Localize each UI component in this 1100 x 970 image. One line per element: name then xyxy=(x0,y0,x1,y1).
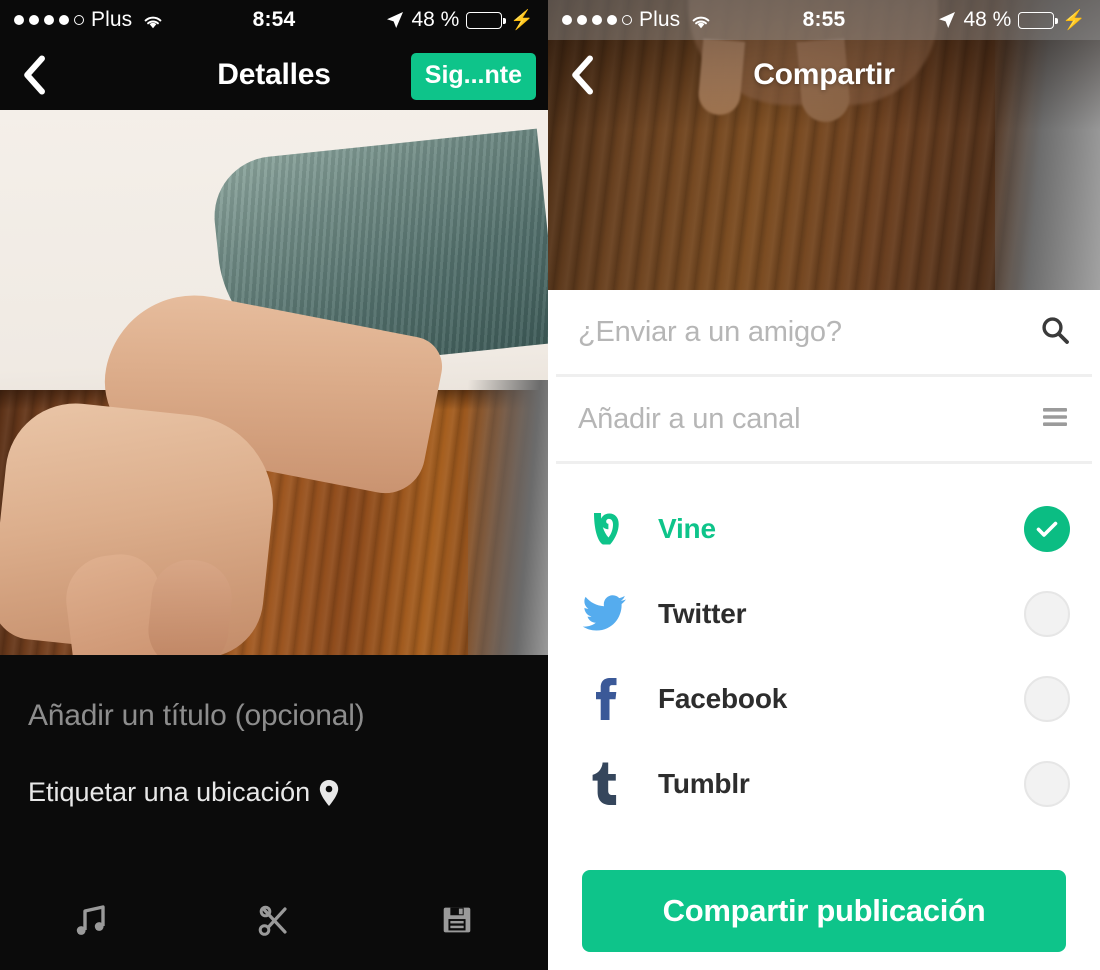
status-bar-left: Plus 8:54 48 % ⚡ xyxy=(0,0,548,40)
signal-dot xyxy=(14,15,24,25)
add-to-channel-placeholder: Añadir a un canal xyxy=(578,402,801,435)
status-bar-right: Plus 8:55 48 % ⚡ xyxy=(548,0,1100,40)
location-arrow-icon xyxy=(386,11,404,29)
edit-toolbar xyxy=(0,870,548,970)
signal-dot xyxy=(44,15,54,25)
share-target-label: Twitter xyxy=(658,597,747,629)
wifi-icon xyxy=(690,12,712,29)
map-pin-icon xyxy=(319,779,339,806)
signal-strength-dots xyxy=(14,15,84,25)
signal-dot xyxy=(562,15,572,25)
signal-dot xyxy=(592,15,602,25)
hamburger-menu-icon[interactable] xyxy=(1040,405,1070,434)
page-title: Compartir xyxy=(753,58,895,91)
dual-screenshot-container: Plus 8:54 48 % ⚡ Detalles Sig...nte Añad… xyxy=(0,0,1100,970)
status-bar-right-group: 48 % ⚡ xyxy=(938,8,1086,32)
share-target-label: Facebook xyxy=(658,682,788,714)
share-target-vine[interactable]: Vine xyxy=(548,486,1100,571)
next-button[interactable]: Sig...nte xyxy=(410,53,536,100)
details-screen: Plus 8:54 48 % ⚡ Detalles Sig...nte Añad… xyxy=(0,0,548,970)
lightning-bolt-icon: ⚡ xyxy=(1062,9,1086,31)
vine-logo-icon xyxy=(578,506,632,552)
signal-strength-dots xyxy=(562,15,632,25)
share-toggle-twitter[interactable] xyxy=(1024,590,1070,637)
floppy-disk-icon[interactable] xyxy=(365,901,548,939)
scissors-icon[interactable] xyxy=(183,900,366,940)
status-bar-left-group: Plus xyxy=(562,8,712,32)
share-button-container: Compartir publicación xyxy=(548,826,1100,952)
status-bar-right-group: 48 % ⚡ xyxy=(386,8,534,32)
navbar-left: Detalles Sig...nte xyxy=(0,40,548,110)
tag-location-button[interactable]: Etiquetar una ubicación xyxy=(28,777,339,808)
signal-dot-empty xyxy=(622,15,632,25)
share-target-label: Vine xyxy=(658,512,716,544)
signal-dot xyxy=(59,15,69,25)
share-post-button[interactable]: Compartir publicación xyxy=(582,870,1066,952)
send-to-friend-field[interactable]: ¿Enviar a un amigo? xyxy=(548,290,1100,374)
twitter-bird-icon xyxy=(578,594,632,634)
share-target-label: Tumblr xyxy=(658,767,750,799)
share-target-facebook[interactable]: Facebook xyxy=(548,656,1100,741)
share-toggle-vine[interactable] xyxy=(1024,505,1070,552)
battery-icon xyxy=(1018,11,1059,29)
facebook-f-icon xyxy=(578,676,632,722)
carrier-name: Plus xyxy=(639,8,681,31)
caption-input[interactable]: Añadir un título (opcional) xyxy=(28,699,520,733)
signal-dot xyxy=(29,15,39,25)
status-bar-left-group: Plus xyxy=(14,8,164,32)
lightning-bolt-icon: ⚡ xyxy=(510,9,534,31)
battery-percent-label: 48 % xyxy=(963,8,1012,31)
carrier-name: Plus xyxy=(91,8,133,31)
share-target-twitter[interactable]: Twitter xyxy=(548,571,1100,656)
send-to-friend-placeholder: ¿Enviar a un amigo? xyxy=(578,315,842,348)
wifi-icon xyxy=(142,12,164,29)
add-to-channel-field[interactable]: Añadir a un canal xyxy=(548,377,1100,461)
share-target-tumblr[interactable]: Tumblr xyxy=(548,741,1100,826)
share-toggle-facebook[interactable] xyxy=(1024,675,1070,722)
search-icon[interactable] xyxy=(1040,315,1070,350)
caption-section: Añadir un título (opcional) Etiquetar un… xyxy=(0,655,548,870)
location-arrow-icon xyxy=(938,11,956,29)
music-note-icon[interactable] xyxy=(0,900,183,940)
location-label: Etiquetar una ubicación xyxy=(28,777,311,807)
preview-table-edge xyxy=(468,380,548,655)
back-chevron-icon[interactable] xyxy=(548,40,618,110)
share-options-body: ¿Enviar a un amigo? Añadir a un canal Vi… xyxy=(548,290,1100,970)
battery-icon xyxy=(466,11,507,29)
signal-dot-empty xyxy=(74,15,84,25)
navbar-right: Compartir xyxy=(548,40,1100,110)
back-chevron-icon[interactable] xyxy=(0,40,70,110)
signal-dot xyxy=(577,15,587,25)
battery-percent-label: 48 % xyxy=(411,8,460,31)
video-preview-left[interactable] xyxy=(0,110,548,655)
share-toggle-tumblr[interactable] xyxy=(1024,760,1070,807)
signal-dot xyxy=(607,15,617,25)
share-screen: Plus 8:55 48 % ⚡ Compartir ¿Enviar a un … xyxy=(548,0,1100,970)
tumblr-t-icon xyxy=(578,761,632,807)
